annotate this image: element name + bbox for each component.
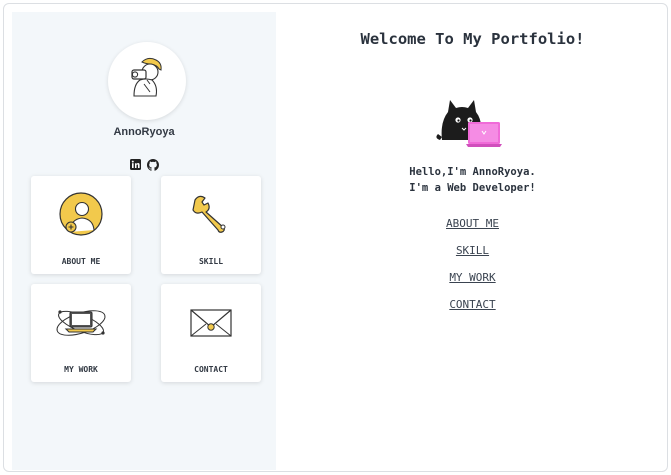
intro-line-2: I'm a Web Developer! [409, 182, 536, 194]
github-icon[interactable] [146, 158, 159, 171]
page-title: Welcome To My Portfolio! [360, 30, 585, 48]
avatar [108, 42, 186, 120]
profile-name: AnnoRyoya [113, 126, 175, 138]
my-work-label: MY WORK [64, 365, 98, 374]
page-frame: AnnoRyoya ABOUT ME SKILL MY WORK CONTACT… [3, 3, 668, 472]
person-avatar-icon [59, 192, 103, 236]
main-nav: ABOUT ME SKILL MY WORK CONTACT [276, 217, 667, 325]
intro-text: Hello,I'm AnnoRyoya. I'm a Web Developer… [276, 164, 667, 196]
skill-card[interactable]: SKILL [161, 176, 261, 274]
social-links [12, 158, 276, 171]
main-content: Welcome To My Portfolio! Hello,I'm AnnoR… [276, 12, 667, 470]
sidebar: AnnoRyoya ABOUT ME SKILL MY WORK CONTACT [12, 12, 276, 470]
contact-label: CONTACT [194, 365, 228, 374]
cat-laptop-icon [436, 100, 502, 147]
nav-link-my-work[interactable]: MY WORK [276, 271, 667, 298]
about-me-label: ABOUT ME [61, 257, 101, 266]
nav-link-contact[interactable]: CONTACT [276, 298, 667, 325]
contact-card[interactable]: CONTACT [161, 284, 261, 382]
nav-link-about-me[interactable]: ABOUT ME [276, 217, 667, 244]
envelope-icon [190, 309, 232, 337]
intro-line-1: Hello,I'm AnnoRyoya. [409, 166, 536, 178]
cat-illustration [428, 90, 508, 150]
linkedin-icon[interactable] [129, 158, 142, 171]
wrench-icon [192, 195, 226, 233]
laptop-orbit-icon [56, 310, 106, 336]
my-work-card[interactable]: MY WORK [31, 284, 131, 382]
about-me-card[interactable]: ABOUT ME [31, 176, 131, 274]
skill-label: SKILL [198, 257, 224, 266]
profile-illustration-icon [131, 57, 162, 97]
nav-link-skill[interactable]: SKILL [276, 244, 667, 271]
